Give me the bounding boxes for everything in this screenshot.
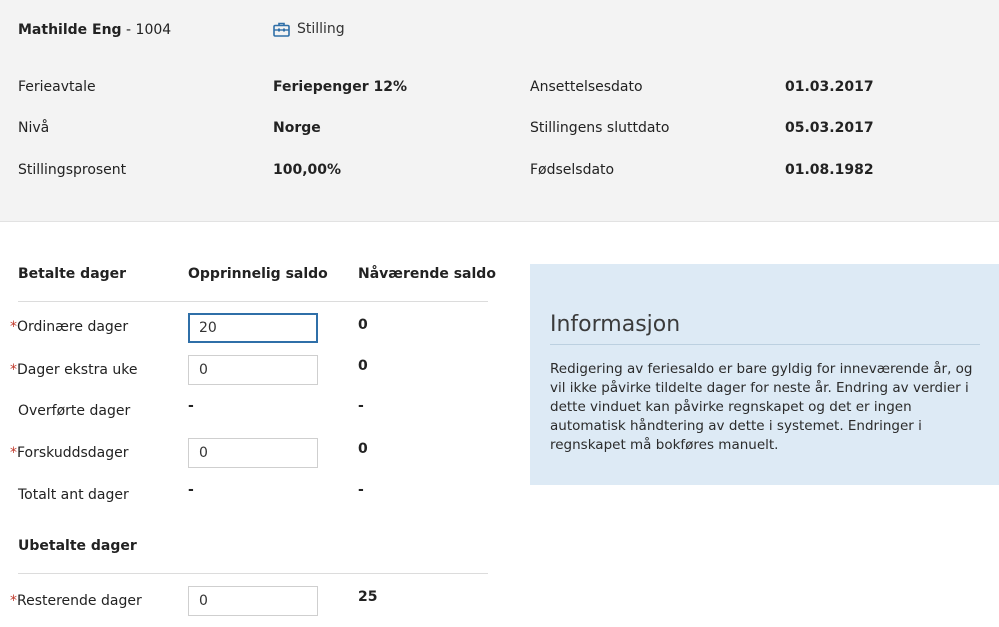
employee-id: - 1004 (121, 22, 172, 38)
transferred-days-original: - (188, 398, 194, 414)
header-original-balance: Opprinnelig saldo (188, 266, 328, 282)
info-divider (550, 344, 980, 345)
extra-week-days-current: 0 (358, 358, 368, 374)
table-row: *Ordinære dager (10, 319, 128, 335)
required-mark: * (10, 445, 17, 461)
employee-name: Mathilde Eng (18, 22, 122, 38)
detail-label-agreement: Ferieavtale (18, 79, 96, 95)
position-link[interactable]: Stilling (273, 21, 345, 37)
info-title: Informasjon (550, 312, 681, 337)
remaining-days-input[interactable] (188, 586, 318, 616)
detail-label-hire-date: Ansettelsesdato (530, 79, 643, 95)
advance-days-current: 0 (358, 441, 368, 457)
row-label-remaining-days: Resterende dager (17, 593, 142, 609)
required-mark: * (10, 362, 17, 378)
detail-value-birth-date: 01.08.1982 (785, 162, 874, 178)
row-label-extra-week-days: Dager ekstra uke (17, 362, 138, 378)
row-label-ordinary-days: Ordinære dager (17, 319, 129, 335)
position-link-label: Stilling (297, 21, 345, 37)
total-days-current: - (358, 482, 364, 498)
remaining-days-current: 25 (358, 589, 378, 605)
row-label-total-days: Totalt ant dager (18, 487, 129, 503)
row-label-transferred-days: Overførte dager (18, 403, 131, 419)
detail-label-birth-date: Fødselsdato (530, 162, 615, 178)
transferred-days-current: - (358, 398, 364, 414)
row-label-advance-days: Forskuddsdager (17, 445, 129, 461)
employee-header: Mathilde Eng - 1004 Stilling Ferieavtale… (0, 0, 999, 222)
table-divider (18, 573, 488, 574)
info-text: Redigering av feriesaldo er bare gyldig … (550, 361, 973, 453)
advance-days-input[interactable] (188, 438, 318, 468)
briefcase-icon (273, 22, 290, 37)
table-divider (18, 301, 488, 302)
required-mark: * (10, 319, 17, 335)
detail-value-level: Norge (273, 120, 321, 136)
header-paid-days: Betalte dager (18, 266, 127, 282)
info-panel: Informasjon Redigering av feriesaldo er … (530, 264, 999, 485)
detail-value-hire-date: 01.03.2017 (785, 79, 874, 95)
detail-value-percentage: 100,00% (273, 162, 342, 178)
header-current-balance: Nåværende saldo (358, 266, 496, 282)
employee-title: Mathilde Eng - 1004 (18, 22, 171, 38)
total-days-original: - (188, 482, 194, 498)
table-row: *Dager ekstra uke (10, 362, 137, 378)
required-mark: * (10, 593, 17, 609)
extra-week-days-input[interactable] (188, 355, 318, 385)
ordinary-days-current: 0 (358, 317, 368, 333)
ordinary-days-input[interactable] (188, 313, 318, 343)
detail-label-level: Nivå (18, 120, 50, 136)
detail-value-end-date: 05.03.2017 (785, 120, 874, 136)
detail-label-end-date: Stillingens sluttdato (530, 120, 670, 136)
detail-value-agreement: Feriepenger 12% (273, 79, 407, 95)
table-row: *Forskuddsdager (10, 445, 129, 461)
header-unpaid-days: Ubetalte dager (18, 538, 137, 554)
detail-label-percentage: Stillingsprosent (18, 162, 127, 178)
table-row: *Resterende dager (10, 593, 142, 609)
